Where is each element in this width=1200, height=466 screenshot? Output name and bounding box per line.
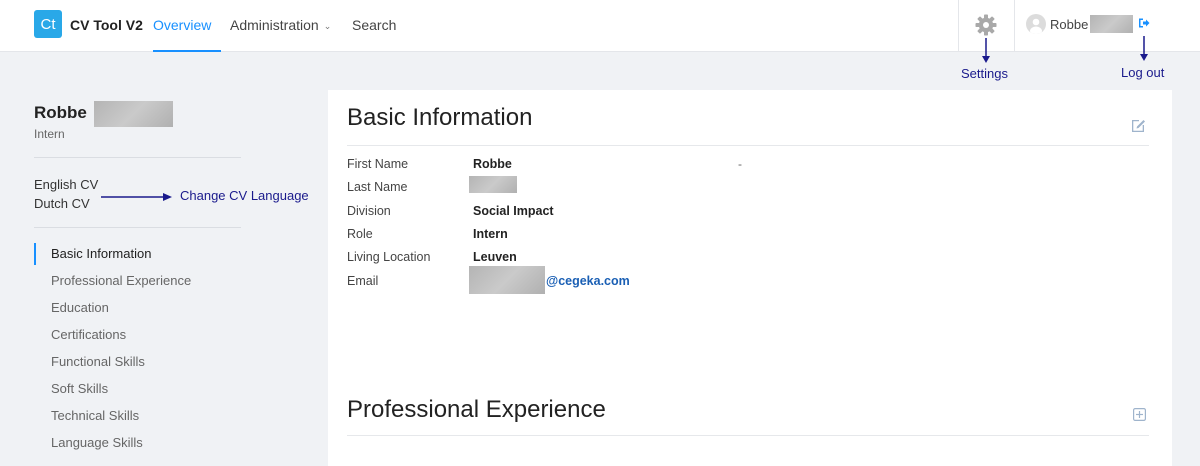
- field-label-first-name: First Name: [347, 157, 409, 171]
- field-label-division: Division: [347, 204, 391, 218]
- person-role: Intern: [34, 127, 65, 141]
- field-value-first-name: Robbe: [473, 157, 512, 171]
- sidebar-item-basic-information[interactable]: Basic Information: [34, 243, 234, 265]
- logout-annotation: Log out: [1121, 65, 1165, 80]
- sidebar-divider: [34, 157, 241, 158]
- sidebar-item-education[interactable]: Education: [34, 297, 234, 319]
- app-logo[interactable]: Ct: [34, 10, 62, 38]
- nav-overview-label: Overview: [153, 17, 212, 33]
- settings-annotation: Settings: [961, 66, 1008, 81]
- section-divider: [347, 435, 1149, 436]
- redacted-email-user: [469, 266, 545, 294]
- field-label-email: Email: [347, 274, 379, 288]
- basic-information-title: Basic Information: [347, 104, 533, 131]
- change-cv-language-annotation: Change CV Language: [180, 188, 309, 203]
- logout-arrow: [1140, 36, 1148, 61]
- sidebar-item-soft-skills[interactable]: Soft Skills: [34, 378, 234, 400]
- cv-content-panel: Basic Information First Name Robbe - Las…: [328, 90, 1172, 466]
- nav-administration[interactable]: Administration ⌄: [230, 0, 331, 52]
- chevron-down-icon: ⌄: [323, 21, 332, 31]
- header-divider: [1014, 0, 1015, 52]
- field-value-division: Social Impact: [473, 204, 554, 218]
- nav-administration-label: Administration: [230, 17, 319, 33]
- sidebar-divider: [34, 227, 241, 228]
- top-header: Ct CV Tool V2 Overview Administration ⌄ S…: [0, 0, 1200, 52]
- person-name: Robbe: [34, 103, 87, 122]
- field-value-role: Intern: [473, 227, 508, 241]
- sidebar-item-functional-skills[interactable]: Functional Skills: [34, 351, 234, 373]
- gear-icon[interactable]: [974, 13, 998, 37]
- change-cv-language-arrow: [101, 193, 172, 201]
- sidebar-item-certifications[interactable]: Certifications: [34, 324, 234, 346]
- nav-overview[interactable]: Overview: [153, 0, 221, 52]
- user-name[interactable]: Robbe: [1050, 17, 1088, 32]
- professional-experience-title: Professional Experience: [347, 396, 606, 423]
- field-extra-dash: -: [738, 157, 742, 171]
- field-value-living-location: Leuven: [473, 250, 517, 264]
- app-title[interactable]: CV Tool V2: [70, 17, 143, 33]
- cv-language-english[interactable]: English CV: [34, 177, 98, 192]
- sidebar-item-technical-skills[interactable]: Technical Skills: [34, 405, 234, 427]
- field-value-email[interactable]: @cegeka.com: [546, 274, 630, 288]
- redacted-person-last-name: [94, 101, 173, 127]
- edit-icon[interactable]: [1130, 117, 1146, 133]
- user-avatar-icon[interactable]: [1026, 14, 1046, 34]
- redacted-last-name: [1090, 15, 1133, 33]
- add-icon[interactable]: [1133, 408, 1146, 421]
- field-label-last-name: Last Name: [347, 180, 408, 194]
- cv-language-dutch[interactable]: Dutch CV: [34, 196, 90, 211]
- section-divider: [347, 145, 1149, 146]
- field-label-role: Role: [347, 227, 373, 241]
- sidebar-item-professional-experience[interactable]: Professional Experience: [34, 270, 234, 292]
- settings-arrow: [982, 38, 990, 63]
- sidebar-item-language-skills[interactable]: Language Skills: [34, 432, 234, 454]
- field-label-living-location: Living Location: [347, 250, 431, 264]
- logout-icon[interactable]: [1138, 17, 1150, 29]
- nav-search[interactable]: Search: [352, 0, 396, 52]
- header-divider: [958, 0, 959, 52]
- nav-search-label: Search: [352, 17, 397, 33]
- redacted-last-name-value: [469, 176, 517, 193]
- nav-active-indicator: [153, 50, 221, 52]
